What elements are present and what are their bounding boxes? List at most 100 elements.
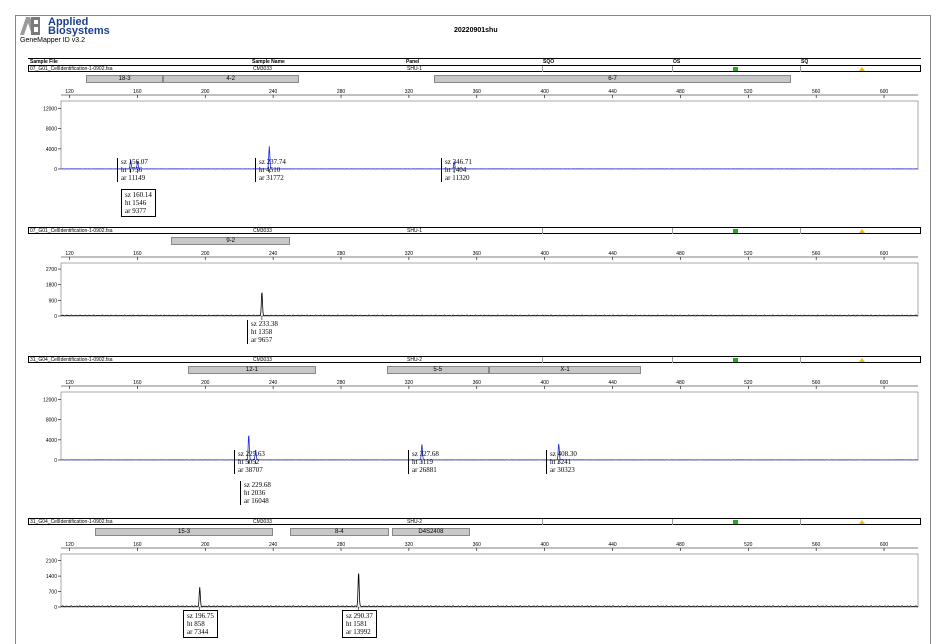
peak-size: sz 237.74 — [259, 158, 286, 166]
allele-bin: 6-7 — [434, 75, 791, 83]
x-tick-label: 120 — [65, 542, 74, 548]
x-tick-label: 320 — [405, 380, 414, 386]
os-quality-flag — [733, 358, 738, 362]
allele-bin: 12-1 — [188, 366, 316, 374]
peak-label: sz 225.63 ht 5052 ar 38707 — [234, 450, 265, 474]
x-tick-label: 240 — [269, 89, 278, 95]
x-tick-label: 160 — [133, 542, 142, 548]
x-tick-label: 520 — [744, 380, 753, 386]
x-tick-label: 240 — [269, 380, 278, 386]
y-tick-label: 0 — [54, 458, 57, 464]
y-tick-label: 12000 — [43, 107, 57, 113]
peak-size: sz 225.63 — [238, 450, 265, 458]
allele-bin: 4-2 — [162, 75, 299, 83]
plot-frame — [60, 100, 919, 170]
x-tick-label: 320 — [405, 89, 414, 95]
electropherogram-panel-1: 07_G01_CellIdentification-1-0902.fsa CM3… — [28, 65, 921, 225]
peak-height: ht 1404 — [445, 166, 467, 174]
peak-label: sz 327.68 ht 3119 ar 26881 — [408, 450, 439, 474]
y-tick-label: 2700 — [46, 267, 57, 273]
panel-info-row: 31_G04_CellIdentification-1-0902.fsa CM3… — [28, 356, 921, 363]
y-tick-label: 0 — [54, 314, 57, 320]
y-tick-label: 4000 — [46, 438, 57, 444]
x-tick-label: 400 — [540, 380, 549, 386]
x-tick-label: 600 — [880, 251, 889, 257]
x-tick-label: 240 — [269, 251, 278, 257]
peak-size: sz 229.68 — [244, 481, 271, 489]
electropherogram-chart: 120 160 200 240 280 320 360 400 440 480 520 560 600 0… — [43, 89, 919, 173]
x-tick-label: 600 — [880, 89, 889, 95]
peak-height: ht 1581 — [346, 620, 368, 628]
peak-size: sz 233.38 — [251, 320, 278, 328]
y-tick-label: 4000 — [46, 147, 57, 153]
sample-name-value: CM3033 — [253, 66, 272, 72]
x-tick-label: 280 — [337, 380, 346, 386]
electropherogram-chart: 120 160 200 240 280 320 360 400 440 480 520 560 600 0… — [43, 380, 919, 464]
peak-label: sz 160.14 ht 1546 ar 9377 — [121, 189, 156, 217]
x-tick-label: 440 — [608, 542, 617, 548]
y-tick-label: 0 — [54, 167, 57, 173]
x-tick-label: 160 — [133, 89, 142, 95]
peak-area: ar 11149 — [121, 174, 146, 182]
x-tick-label: 480 — [676, 89, 685, 95]
trace-line — [60, 573, 919, 608]
x-tick-label: 360 — [473, 251, 482, 257]
x-tick-label: 440 — [608, 251, 617, 257]
x-tick-label: 200 — [201, 251, 210, 257]
x-tick-label: 520 — [744, 89, 753, 95]
peak-label: sz 196.75 ht 858 ar 7344 — [183, 610, 218, 638]
peak-label: sz 233.38 ht 1358 ar 9657 — [247, 320, 278, 344]
peak-size: sz 346.71 — [445, 158, 472, 166]
x-tick-label: 360 — [473, 542, 482, 548]
electropherogram-chart: 120 160 200 240 280 320 360 400 440 480 520 560 600 0… — [46, 542, 919, 611]
peak-area: ar 30323 — [550, 466, 575, 474]
y-tick-label: 1800 — [46, 283, 57, 289]
x-tick-label: 400 — [540, 542, 549, 548]
peak-height: ht 4510 — [259, 166, 281, 174]
x-tick-label: 280 — [337, 542, 346, 548]
x-tick-label: 440 — [608, 89, 617, 95]
report-title: 20220901shu — [454, 27, 498, 34]
sample-file-value: 31_G04_CellIdentification-1-0902.fsa — [30, 519, 113, 525]
sq-quality-flag — [859, 67, 865, 71]
y-tick-label: 900 — [49, 298, 58, 304]
peak-label: sz 408.30 ht 3241 ar 30323 — [546, 450, 577, 474]
peak-area: ar 13992 — [346, 628, 371, 636]
peak-size: sz 290.37 — [346, 612, 373, 620]
plot-frame — [60, 391, 919, 461]
x-tick-label: 360 — [473, 89, 482, 95]
panel-value: SHU-2 — [407, 519, 423, 525]
x-tick-label: 200 — [201, 542, 210, 548]
peak-area: ar 26881 — [412, 466, 437, 474]
peak-label: sz 229.68 ht 2036 ar 16048 — [240, 481, 271, 505]
sample-name-value: CM3033 — [253, 519, 272, 525]
x-tick-label: 200 — [201, 89, 210, 95]
peak-size: sz 196.75 — [187, 612, 214, 620]
peak-area: ar 9657 — [251, 336, 273, 344]
x-tick-label: 320 — [405, 251, 414, 257]
panel-info-row: 07_G01_CellIdentification-1-0902.fsa CM3… — [28, 227, 921, 234]
y-tick-label: 700 — [49, 590, 58, 596]
panel-value: SHU-1 — [407, 228, 423, 234]
x-tick-label: 160 — [133, 380, 142, 386]
y-tick-label: 1400 — [46, 574, 57, 580]
os-quality-flag — [733, 67, 738, 71]
os-quality-flag — [733, 229, 738, 233]
logo-text-biosystems: Biosystems — [48, 25, 110, 37]
electropherogram-panel-3: 31_G04_CellIdentification-1-0902.fsa CM3… — [28, 356, 921, 516]
peak-height: ht 5052 — [238, 458, 260, 466]
allele-bin: 15-3 — [94, 528, 274, 536]
sq-quality-flag — [859, 520, 865, 524]
peak-height: ht 1358 — [251, 328, 273, 336]
x-tick-label: 480 — [676, 542, 685, 548]
electropherogram-panel-4: 31_G04_CellIdentification-1-0902.fsa CM3… — [28, 518, 921, 643]
x-tick-label: 480 — [676, 251, 685, 257]
x-tick-label: 440 — [608, 380, 617, 386]
peak-label: sz 346.71 ht 1404 ar 11320 — [441, 158, 472, 182]
peak-area: ar 31772 — [259, 174, 284, 182]
peak-area: ar 7344 — [187, 628, 209, 636]
peak-size: sz 327.68 — [412, 450, 439, 458]
sample-name-value: CM3033 — [253, 228, 272, 234]
peak-size: sz 408.30 — [550, 450, 577, 458]
panel-info-row: 31_G04_CellIdentification-1-0902.fsa CM3… — [28, 518, 921, 525]
